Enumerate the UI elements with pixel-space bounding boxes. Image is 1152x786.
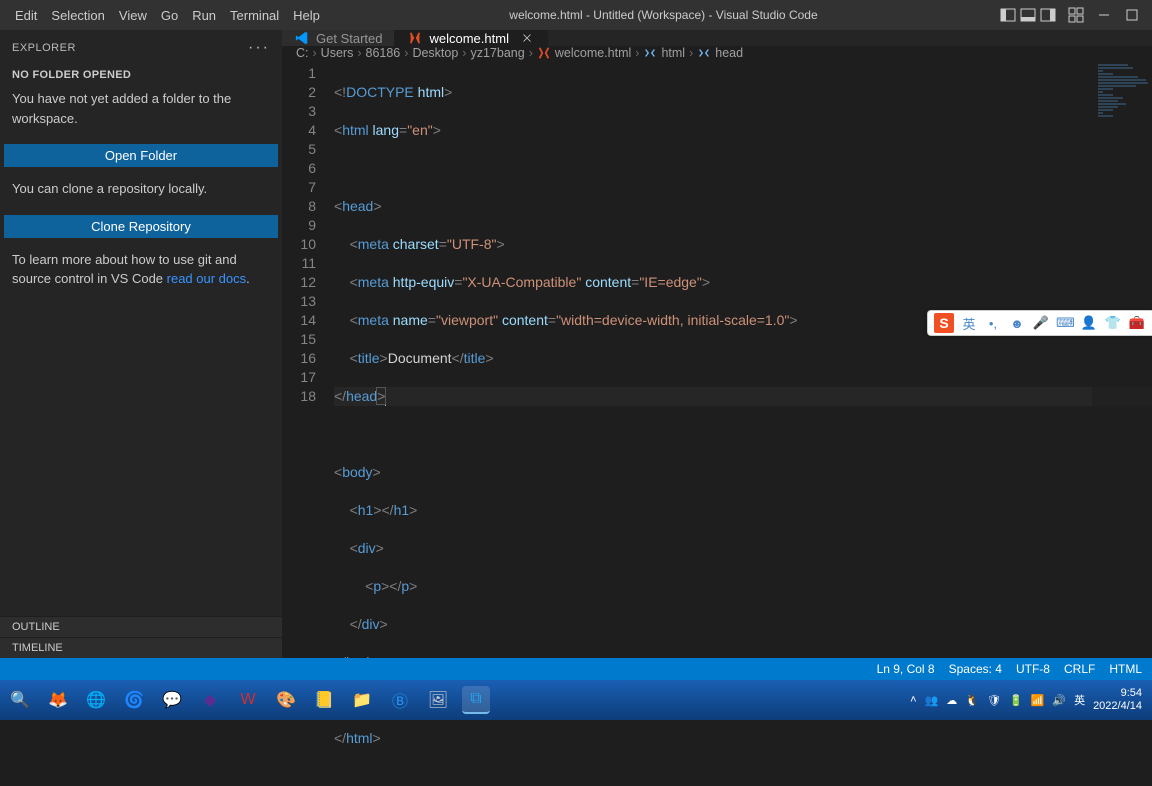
ime-toolbox-icon[interactable]: 🧰 (1128, 315, 1146, 331)
tray-onedrive-icon[interactable]: ☁ (946, 694, 957, 707)
vscode-icon (294, 30, 310, 46)
read-docs-link[interactable]: read our docs (167, 271, 247, 286)
minimize-icon[interactable] (1096, 7, 1112, 23)
taskbar-search-icon[interactable]: 🔍 (6, 686, 34, 714)
ime-lang[interactable]: 英 (960, 314, 978, 333)
menu-run[interactable]: Run (185, 4, 223, 27)
tray-battery-icon[interactable]: 🔋 (1009, 694, 1023, 707)
docs-text: To learn more about how to use git and s… (12, 250, 270, 289)
ime-emoji-icon[interactable]: ☻ (1008, 316, 1026, 331)
no-folder-section-title[interactable]: NO FOLDER OPENED (0, 65, 282, 89)
taskbar-clock[interactable]: 9:54 2022/4/14 (1093, 687, 1146, 713)
taskbar-app2-icon[interactable]: 🖼 (424, 686, 452, 714)
windows-taskbar: 🔍 🦊 🌐 🌀 💬 ◆ W 🎨 📒 📁 Ⓑ 🖼 ⧉ ˄ 👥 ☁ 🐧 🛡 🔋 📶 … (0, 680, 1152, 720)
menu-view[interactable]: View (112, 4, 154, 27)
ime-toolbar[interactable]: S 英 •, ☻ 🎤 ⌨ 👤 👕 🧰 (927, 310, 1152, 336)
taskbar-wps-icon[interactable]: W (234, 686, 262, 714)
ime-skin-icon[interactable]: 👕 (1104, 315, 1122, 331)
sidebar-explorer: EXPLORER ··· NO FOLDER OPENED You have n… (0, 30, 282, 658)
tab-label: welcome.html (429, 31, 508, 46)
status-eol[interactable]: CRLF (1064, 662, 1095, 676)
status-bar: Ln 9, Col 8 Spaces: 4 UTF-8 CRLF HTML (0, 658, 1152, 680)
editor-area: Get Started welcome.html C:› Users› 8618… (282, 30, 1152, 658)
explorer-label: EXPLORER (12, 42, 76, 54)
sogou-logo-icon[interactable]: S (934, 313, 954, 333)
breadcrumb-item[interactable]: yz17bang (470, 46, 524, 60)
taskbar-vs-icon[interactable]: ◆ (196, 686, 224, 714)
ime-voice-icon[interactable]: 🎤 (1032, 315, 1050, 331)
taskbar-wechat-icon[interactable]: 💬 (158, 686, 186, 714)
tray-chevron-icon[interactable]: ˄ (910, 694, 916, 706)
window-title: welcome.html - Untitled (Workspace) - Vi… (327, 8, 1000, 22)
status-cursor-pos[interactable]: Ln 9, Col 8 (877, 662, 935, 676)
breadcrumb-item[interactable]: 86186 (366, 46, 401, 60)
menu-help[interactable]: Help (286, 4, 327, 27)
ime-punct-icon[interactable]: •, (984, 316, 1002, 331)
taskbar-firefox-icon[interactable]: 🦊 (44, 686, 72, 714)
breadcrumb-item[interactable]: welcome.html (537, 46, 631, 60)
taskbar-edge-icon[interactable]: 🌀 (120, 686, 148, 714)
tray-ime-icon[interactable]: 英 (1074, 692, 1085, 708)
taskbar-vscode-icon[interactable]: ⧉ (462, 686, 490, 714)
taskbar-notes-icon[interactable]: 📒 (310, 686, 338, 714)
breadcrumb-item[interactable]: Desktop (412, 46, 458, 60)
no-folder-text: You have not yet added a folder to the w… (12, 89, 270, 128)
tab-label: Get Started (316, 31, 382, 46)
status-language[interactable]: HTML (1109, 662, 1142, 676)
breadcrumb-item[interactable]: head (697, 46, 743, 60)
menu-go[interactable]: Go (154, 4, 185, 27)
clone-repository-button[interactable]: Clone Repository (4, 215, 278, 238)
tab-welcome-html[interactable]: welcome.html (395, 30, 547, 46)
breadcrumb[interactable]: C:› Users› 86186› Desktop› yz17bang› wel… (282, 46, 1152, 60)
taskbar-explorer-icon[interactable]: 📁 (348, 686, 376, 714)
status-spaces[interactable]: Spaces: 4 (949, 662, 1002, 676)
tab-get-started[interactable]: Get Started (282, 30, 395, 46)
tray-people-icon[interactable]: 👥 (925, 694, 939, 707)
menu-edit[interactable]: Edit (8, 4, 44, 27)
html-file-icon (407, 30, 423, 46)
timeline-panel[interactable]: TIMELINE (0, 637, 282, 658)
menu-terminal[interactable]: Terminal (223, 4, 286, 27)
outline-panel[interactable]: OUTLINE (0, 616, 282, 637)
maximize-icon[interactable] (1124, 7, 1140, 23)
tray-volume-icon[interactable]: 🔊 (1052, 694, 1066, 707)
open-folder-button[interactable]: Open Folder (4, 144, 278, 167)
tray-security-icon[interactable]: 🛡 (987, 694, 1001, 707)
breadcrumb-item[interactable]: C: (296, 46, 309, 60)
breadcrumb-item[interactable]: html (643, 46, 685, 60)
status-encoding[interactable]: UTF-8 (1016, 662, 1050, 676)
taskbar-app-icon[interactable]: Ⓑ (386, 686, 414, 714)
menu-selection[interactable]: Selection (44, 4, 111, 27)
explorer-more-icon[interactable]: ··· (248, 39, 270, 57)
tray-wifi-icon[interactable]: 📶 (1031, 694, 1045, 707)
ime-keyboard-icon[interactable]: ⌨ (1056, 315, 1074, 331)
tab-bar: Get Started welcome.html (282, 30, 1152, 46)
ime-user-icon[interactable]: 👤 (1080, 315, 1098, 331)
layout-controls[interactable] (1000, 7, 1056, 23)
customize-layout-icon[interactable] (1068, 7, 1084, 23)
close-tab-icon[interactable] (519, 30, 535, 46)
taskbar-chrome-icon[interactable]: 🌐 (82, 686, 110, 714)
breadcrumb-item[interactable]: Users (321, 46, 354, 60)
clone-hint: You can clone a repository locally. (12, 179, 270, 199)
tray-penguin-icon[interactable]: 🐧 (965, 694, 979, 707)
menu-bar: Edit Selection View Go Run Terminal Help… (0, 0, 1152, 30)
taskbar-paint-icon[interactable]: 🎨 (272, 686, 300, 714)
